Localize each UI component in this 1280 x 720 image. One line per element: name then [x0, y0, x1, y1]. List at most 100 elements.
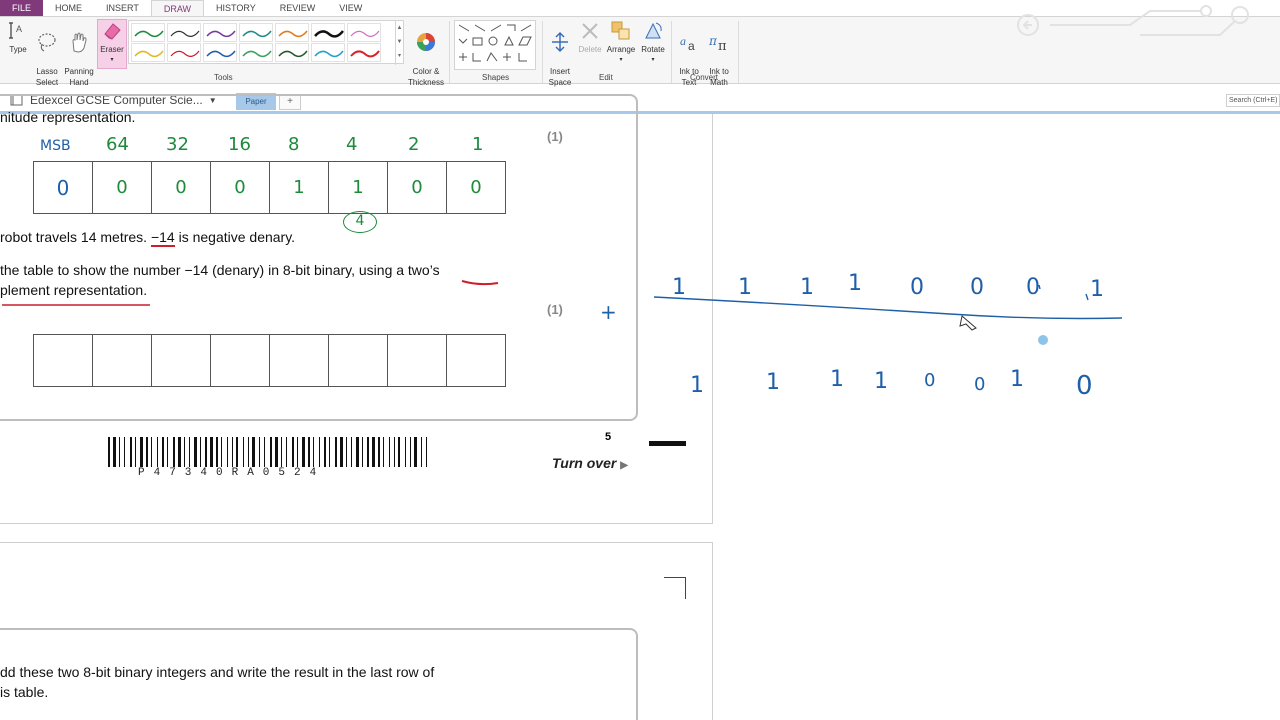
color-thickness-label: Color & Thickness [407, 67, 444, 87]
lasso-select-button[interactable]: Lasso Select [32, 20, 62, 88]
barcode-bar [236, 437, 238, 467]
separator [671, 21, 672, 83]
tab-home[interactable]: HOME [43, 0, 94, 16]
binary-table-1: 0 0 0 0 1 1 0 0 [33, 161, 506, 214]
arrange-button[interactable]: Arrange ▾ [604, 20, 638, 66]
pen-pink[interactable] [347, 23, 381, 42]
answer-cell[interactable] [151, 334, 211, 387]
hw-plus-sign: + [600, 300, 617, 324]
marks-label: (1) [547, 302, 563, 317]
answer-cell[interactable] [269, 334, 329, 387]
answer-cell[interactable] [328, 334, 388, 387]
hw-header: MSB [40, 138, 71, 154]
answer-cell[interactable] [210, 334, 270, 387]
barcode-bar [248, 437, 249, 467]
arrange-icon [611, 21, 630, 40]
lasso-icon [38, 33, 56, 52]
barcode-bar [389, 437, 390, 467]
hw-row-top: 0 [970, 275, 984, 300]
pen-orange[interactable] [275, 23, 309, 42]
pen-red[interactable] [347, 43, 381, 62]
tab-history[interactable]: HISTORY [204, 0, 268, 16]
eraser-button[interactable]: Eraser ▾ [97, 19, 127, 69]
svg-text:A: A [16, 24, 22, 34]
barcode-bar [108, 437, 110, 467]
barcode-bar [270, 437, 272, 467]
insert-space-button[interactable]: Insert Space [546, 20, 574, 88]
more-icon[interactable]: ▾ [396, 49, 403, 63]
pen-teal[interactable] [239, 23, 273, 42]
insert-space-label: Insert Space [548, 67, 572, 87]
hw-header: 1 [472, 134, 483, 155]
hw-row-bottom: 1 [1010, 367, 1024, 392]
shapes-gallery[interactable] [454, 20, 536, 70]
barcode-bar [383, 437, 384, 467]
barcode-bar [346, 437, 347, 467]
barcode-bar [124, 437, 125, 467]
ink-to-math-icon: ππ [708, 34, 727, 53]
red-underline-annotations [2, 280, 499, 306]
hw-header: 32 [166, 134, 189, 155]
handwritten-place-values: MSB 64 32 16 8 4 2 1 [40, 134, 483, 155]
tab-file[interactable]: FILE [0, 0, 44, 16]
question-2-line-1: dd these two 8-bit binary integers and w… [0, 664, 435, 680]
pen-dark-green[interactable] [275, 43, 309, 62]
text-cursor-icon: A [9, 22, 22, 39]
tab-draw[interactable]: DRAW [150, 0, 205, 16]
pen-green-thin[interactable] [131, 23, 165, 42]
type-label: Type [9, 45, 27, 54]
barcode-bar [167, 437, 168, 467]
pen-cyan[interactable] [311, 43, 345, 62]
question-text: robot travels 14 metres. [0, 229, 151, 245]
hw-row-top: 1 [738, 275, 752, 300]
type-button[interactable]: A Type [4, 20, 32, 55]
next-paper-top-edge [0, 542, 713, 543]
pen-yellow[interactable] [131, 43, 165, 62]
rotate-button[interactable]: Rotate ▾ [638, 20, 668, 66]
pen-red-thin[interactable] [167, 43, 201, 62]
svg-text:π: π [718, 39, 727, 53]
barcode-bar [184, 437, 185, 467]
tab-review[interactable]: REVIEW [268, 0, 328, 16]
svg-text:π: π [708, 34, 718, 48]
search-input[interactable]: Search (Ctrl+E) [1226, 94, 1280, 107]
pen-gallery[interactable]: ▲ ▼ ▾ [128, 20, 404, 65]
registration-mark [649, 441, 686, 446]
panning-hand-button[interactable]: Panning Hand [62, 20, 96, 88]
answer-cell[interactable] [92, 334, 152, 387]
barcode-bar [405, 437, 406, 467]
barcode-bar [329, 437, 330, 467]
pen-blue[interactable] [203, 43, 237, 62]
pen-black-thick[interactable] [311, 23, 345, 42]
color-thickness-button[interactable]: Color & Thickness [404, 20, 448, 88]
barcode-bar [243, 437, 244, 467]
lasso-label: Lasso Select [35, 67, 59, 87]
pen-green[interactable] [239, 43, 273, 62]
chevron-up-icon[interactable]: ▲ [396, 21, 403, 35]
barcode-bar [308, 437, 310, 467]
delete-button[interactable]: Delete [576, 20, 604, 55]
gallery-scroll[interactable]: ▲ ▼ ▾ [395, 21, 403, 65]
delete-label: Delete [578, 45, 602, 54]
answer-cell[interactable] [387, 334, 447, 387]
barcode-bar [297, 437, 298, 467]
hw-row-top: 1 [672, 275, 686, 300]
answer-cell[interactable] [33, 334, 93, 387]
question-line-1: robot travels 14 metres. −14 is negative… [0, 229, 295, 247]
answer-cell[interactable] [446, 334, 506, 387]
barcode-bar [275, 437, 278, 467]
hw-header: 2 [408, 134, 419, 155]
hw-row-top: 1 [848, 271, 862, 296]
shapes-icons [458, 24, 532, 62]
tab-insert[interactable]: INSERT [94, 0, 151, 16]
pen-cursor-dot [1038, 335, 1048, 345]
tools-group-label: Tools [214, 73, 233, 82]
color-wheel-icon [417, 33, 435, 51]
pen-dark-thin[interactable] [167, 23, 201, 42]
chevron-down-icon[interactable]: ▼ [396, 35, 403, 49]
page-canvas[interactable]: nitude representation. (1) MSB 64 32 16 … [0, 94, 1280, 720]
separator [542, 21, 543, 83]
pen-purple[interactable] [203, 23, 237, 42]
tab-view[interactable]: VIEW [327, 0, 374, 16]
binary-table-2[interactable] [33, 334, 506, 387]
